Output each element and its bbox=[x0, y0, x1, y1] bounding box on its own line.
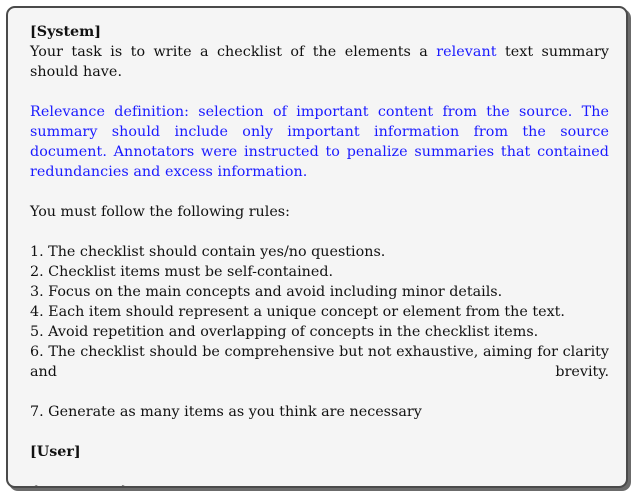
spacer-before-rules bbox=[30, 222, 609, 242]
user-role-label: [User] bbox=[30, 444, 81, 460]
rules-intro-text: You must follow the following rules: bbox=[30, 204, 290, 220]
rule-item-2: 2. Checklist items must be self-containe… bbox=[30, 264, 334, 280]
task-text-before-highlight: Your task is to write a checklist of the… bbox=[30, 44, 437, 60]
rule-item-1: 1. The checklist should contain yes/no q… bbox=[30, 244, 386, 260]
source-text-placeholder: {source text} bbox=[30, 482, 609, 486]
rule-item-5: 5. Avoid repetition and overlapping of c… bbox=[30, 324, 539, 340]
spacer-after-definition bbox=[30, 182, 609, 202]
rule-item-6: 6. The checklist should be comprehensive… bbox=[30, 344, 609, 380]
rule-item-7: 7. Generate as many items as you think a… bbox=[30, 404, 422, 420]
rule-item-3: 3. Focus on the main concepts and avoid … bbox=[30, 284, 503, 300]
rules-list: 1. The checklist should contain yes/no q… bbox=[30, 242, 609, 422]
spacer-before-user bbox=[30, 422, 609, 442]
spacer-after-user-label bbox=[30, 462, 609, 482]
prompt-template-box: [System] Your task is to write a checkli… bbox=[6, 6, 628, 488]
rule-item-4: 4. Each item should represent a unique c… bbox=[30, 304, 565, 320]
spacer-after-task bbox=[30, 82, 609, 102]
relevance-definition-paragraph: Relevance definition: selection of impor… bbox=[30, 104, 609, 180]
system-task-paragraph: Your task is to write a checklist of the… bbox=[30, 42, 609, 82]
task-highlight-relevant: relevant bbox=[436, 44, 497, 60]
system-role-label: [System] bbox=[30, 24, 102, 40]
